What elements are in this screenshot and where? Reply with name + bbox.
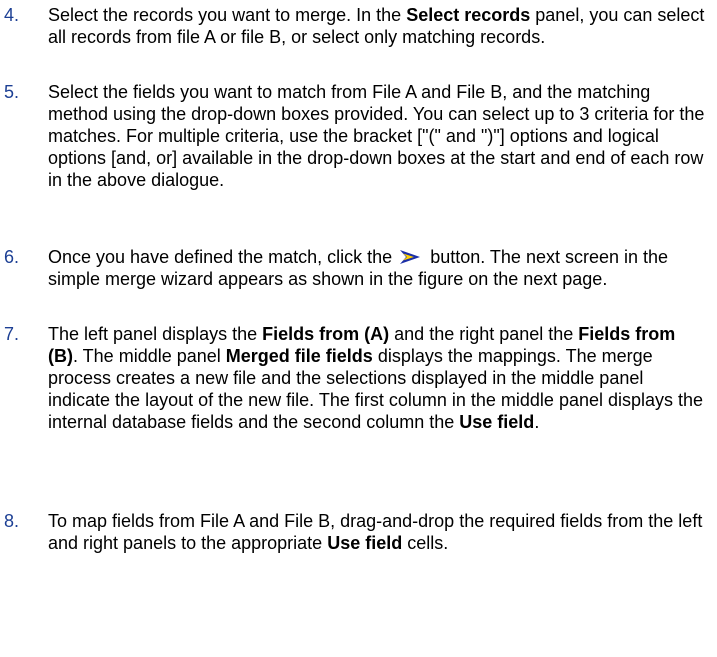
step-item: 6. Once you have defined the match, clic… [0, 246, 705, 290]
text-run: Once you have defined the match, click t… [48, 247, 398, 267]
step-text: To map fields from File A and File B, dr… [48, 510, 705, 554]
step-number: 4. [4, 5, 20, 25]
step-text: Once you have defined the match, click t… [48, 246, 705, 290]
text-run: The left panel displays the [48, 324, 263, 344]
step-number: 5. [4, 82, 20, 102]
step-text: Select the fields you want to match from… [48, 82, 705, 190]
step-item: 8. To map fields from File A and File B,… [0, 510, 705, 554]
text-run: . [534, 412, 540, 432]
step-text: Select the records you want to merge. In… [48, 4, 705, 48]
step-text: The left panel displays the Fields from … [48, 323, 705, 433]
text-run: cells. [402, 533, 449, 553]
text-run: Select the records you want to merge. In… [48, 5, 407, 25]
bold-term-merged-file-fields: Merged file fields [225, 346, 373, 366]
text-run: and the right panel the [389, 324, 579, 344]
step-item: 7. The left panel displays the Fields fr… [0, 323, 705, 433]
bold-term-use-field: Use field [459, 412, 535, 432]
step-number: 7. [4, 324, 20, 344]
bold-term-select-records: Select records [406, 5, 531, 25]
step-item: 5. Select the fields you want to match f… [0, 81, 705, 191]
step-item: 4. Select the records you want to merge.… [0, 4, 705, 48]
bold-term-fields-from-a: Fields from (A) [262, 324, 390, 344]
step-number: 6. [4, 247, 20, 267]
text-run: . The middle panel [73, 346, 226, 366]
document-page: 4. Select the records you want to merge.… [0, 0, 717, 657]
bold-term-use-field: Use field [327, 533, 403, 553]
next-arrow-icon [399, 248, 421, 264]
step-number: 8. [4, 511, 20, 531]
